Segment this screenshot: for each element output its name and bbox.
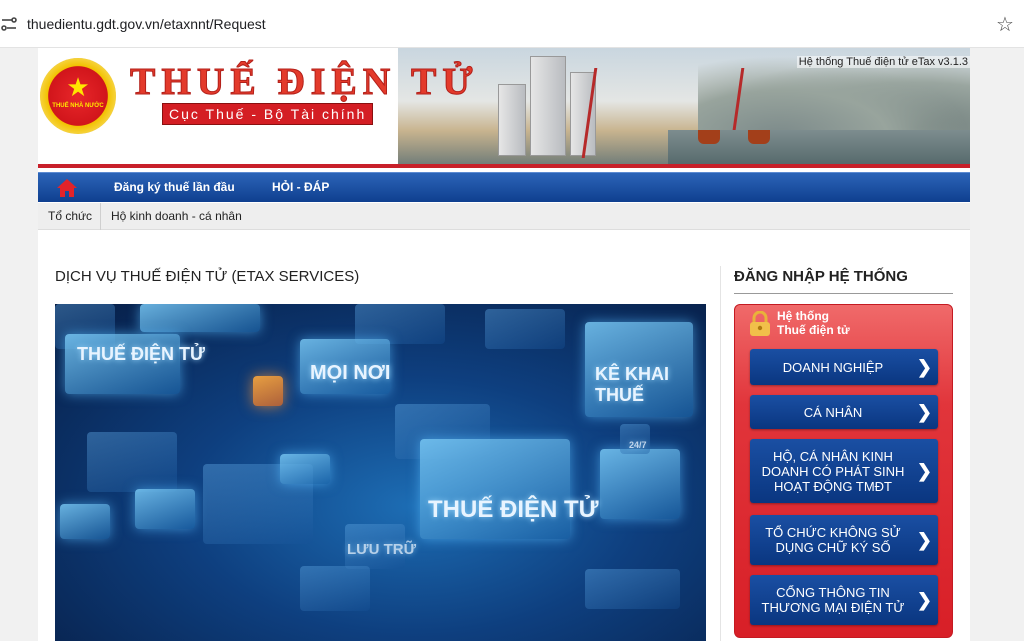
hero-text-4: THUẾ ĐIỆN TỬ [428,496,599,523]
login-individual-button[interactable]: CÁ NHÂN ❯ [750,395,938,429]
hero-text-5: LƯU TRỮ [347,541,417,558]
ecommerce-portal-button[interactable]: CỔNG THÔNG TIN THƯƠNG MẠI ĐIỆN TỬ ❯ [750,575,938,625]
login-org-no-digital-signature-button[interactable]: TỔ CHỨC KHÔNG SỬ DỤNG CHỮ KÝ SỐ ❯ [750,515,938,565]
login-panel-title: Hệ thống Thuế điện tử [777,309,850,337]
login-title-underline [734,293,953,294]
main-nav: Đăng ký thuế lần đầu HỎI - ĐÁP [38,172,970,202]
lock-icon [750,311,770,336]
home-icon[interactable] [56,178,78,198]
subnav-divider [100,203,101,230]
bookmark-star-icon[interactable]: ☆ [996,12,1014,37]
hero-text-3: KÊ KHAI THUẾ [595,364,670,405]
nav-faq[interactable]: HỎI - ĐÁP [272,173,329,203]
header-banner: ★ THUẾ NHÀ NƯỚC THUẾ ĐIỆN TỬ Cục Thuế - … [38,48,970,166]
chevron-right-icon: ❯ [916,402,932,422]
url-text[interactable]: thuedientu.gdt.gov.vn/etaxnnt/Request [27,16,266,32]
chevron-right-icon: ❯ [916,590,932,610]
site-info-icon[interactable] [0,16,18,32]
login-section-title: ĐĂNG NHẬP HỆ THỐNG [734,268,908,285]
hero-text-2: MỌI NƠI [310,362,391,384]
chevron-right-icon: ❯ [916,530,932,550]
hero-text-6: 24/7 [629,440,647,450]
chevron-right-icon: ❯ [916,461,932,481]
tab-household-business[interactable]: Hộ kinh doanh - cá nhân [111,203,242,230]
nav-first-registration[interactable]: Đăng ký thuế lần đầu [114,173,235,203]
sub-nav: Tổ chức Hộ kinh doanh - cá nhân [38,203,970,230]
chevron-right-icon: ❯ [916,357,932,377]
column-divider [720,266,721,641]
tax-emblem-logo[interactable]: ★ THUẾ NHÀ NƯỚC [40,58,116,134]
browser-address-bar: thuedientu.gdt.gov.vn/etaxnnt/Request ☆ [0,0,1024,48]
system-version: Hệ thống Thuế điện tử eTax v3.1.3 [796,56,970,68]
page-container: ★ THUẾ NHÀ NƯỚC THUẾ ĐIỆN TỬ Cục Thuế - … [38,48,970,641]
hero-text-1: THUẾ ĐIỆN TỬ [77,344,205,364]
tab-organization[interactable]: Tổ chức [48,203,92,230]
login-business-button[interactable]: DOANH NGHIỆP ❯ [750,349,938,385]
header-divider [38,164,970,168]
etax-hero-image: THUẾ ĐIỆN TỬ MỌI NƠI KÊ KHAI THUẾ THUẾ Đ… [55,304,706,641]
page-title: DỊCH VỤ THUẾ ĐIỆN TỬ (ETAX SERVICES) [55,268,360,285]
login-ecommerce-household-button[interactable]: HỘ, CÁ NHÂN KINH DOANH CÓ PHÁT SINH HOẠT… [750,439,938,503]
login-panel: Hệ thống Thuế điện tử DOANH NGHIỆP ❯ CÁ … [734,304,953,638]
brand-title: THUẾ ĐIỆN TỬ [130,61,479,104]
brand-subtitle: Cục Thuế - Bộ Tài chính [162,103,374,125]
